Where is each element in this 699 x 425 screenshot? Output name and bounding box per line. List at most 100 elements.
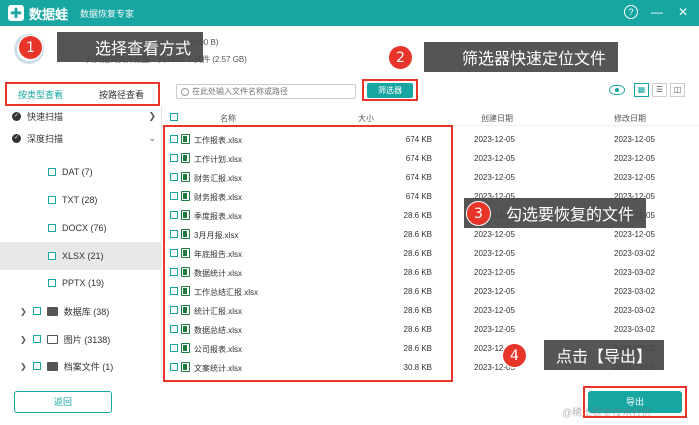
sidebar-folder-archives[interactable]: ❯ 档案文件 (1): [0, 356, 162, 376]
file-created-date: 2023-12-05: [474, 306, 515, 315]
file-created-date: 2023-12-05: [474, 135, 515, 144]
sidebar-item-label: 图片 (3138): [63, 334, 111, 345]
file-modified-date: 2023-03-02: [614, 325, 655, 334]
file-list-header: 名称 大小 创建日期 修改日期: [162, 110, 699, 126]
annotation-text: 勾选要恢复的文件: [506, 205, 635, 224]
annotation-badge-2: 2: [388, 45, 413, 70]
annotation-text: 选择查看方式: [95, 39, 192, 58]
preview-eye-icon[interactable]: [609, 85, 625, 95]
sidebar-item-deep-scan[interactable]: ✓ 深度扫描 ⌄: [0, 128, 162, 148]
minimize-button[interactable]: —: [649, 4, 665, 20]
grid-view-button[interactable]: ▦: [634, 83, 649, 97]
check-icon: ✓: [12, 133, 21, 143]
image-icon: [46, 334, 58, 344]
annotation-box-1: [5, 82, 160, 106]
annotation-badge-3: 3: [466, 201, 491, 226]
file-created-date: 2023-12-05: [474, 249, 515, 258]
sidebar-item-label: 档案文件 (1): [63, 361, 114, 372]
checkbox[interactable]: [48, 196, 56, 204]
chevron-right-icon[interactable]: ❯: [20, 307, 27, 316]
select-all-checkbox[interactable]: [170, 113, 178, 121]
grid-icon: ▦: [637, 85, 646, 94]
app-subtitle: 数据恢复专家: [80, 8, 135, 19]
sidebar-item-label: DAT (7): [62, 167, 93, 177]
checkbox[interactable]: [48, 279, 56, 287]
search-input[interactable]: [192, 87, 352, 96]
checkbox[interactable]: [32, 307, 41, 315]
annotation-badge-4: 4: [502, 343, 527, 368]
column-size[interactable]: 大小: [358, 113, 374, 124]
title-bar: ✚ 数据蛙 数据恢复专家 ? — ✕: [0, 0, 699, 26]
database-icon: [46, 306, 58, 316]
check-icon: ✓: [12, 111, 21, 121]
sidebar-item-pptx[interactable]: PPTX (19): [0, 273, 162, 293]
annotation-callout-3: 勾选要恢复的文件: [464, 198, 647, 228]
file-created-date: 2023-12-05: [474, 287, 515, 296]
sidebar-item-label: 深度扫描: [27, 133, 64, 144]
list-icon: ☰: [655, 85, 664, 94]
file-created-date: 2023-12-05: [474, 173, 515, 182]
sidebar-item-docx[interactable]: DOCX (76): [0, 218, 162, 238]
app-logo: ✚ 数据蛙: [8, 4, 68, 23]
list-view-button[interactable]: ☰: [652, 83, 667, 97]
annotation-callout-4: 点击【导出】: [544, 340, 665, 370]
checkbox[interactable]: [48, 224, 56, 232]
sidebar-item-txt[interactable]: TXT (28): [0, 190, 162, 210]
column-name[interactable]: 名称: [220, 113, 236, 124]
archive-icon: [46, 361, 58, 371]
help-icon: ?: [624, 5, 638, 19]
back-button[interactable]: 返回: [14, 391, 112, 413]
sidebar-item-label: XLSX (21): [62, 251, 104, 261]
annotation-badge-1: 1: [18, 35, 43, 60]
search-icon: [181, 87, 189, 96]
annotation-box-3: [163, 125, 453, 382]
column-created[interactable]: 创建日期: [481, 113, 513, 124]
checkbox[interactable]: [32, 362, 41, 370]
file-created-date: 2023-12-05: [474, 325, 515, 334]
file-modified-date: 2023-12-05: [614, 230, 655, 239]
checkbox[interactable]: [48, 252, 56, 260]
file-modified-date: 2023-03-02: [614, 287, 655, 296]
sidebar-folder-database[interactable]: ❯ 数据库 (38): [0, 301, 162, 321]
sidebar-item-label: DOCX (76): [62, 223, 107, 233]
file-modified-date: 2023-03-02: [614, 268, 655, 277]
sidebar-item-label: PPTX (19): [62, 278, 105, 288]
close-button[interactable]: ✕: [675, 4, 691, 20]
chevron-right-icon[interactable]: ❯: [20, 362, 27, 371]
app-brand: 数据蛙: [29, 7, 69, 23]
sidebar-item-label: 快速扫描: [27, 111, 64, 122]
annotation-text: 点击【导出】: [556, 347, 653, 366]
sidebar-item-quick-scan[interactable]: ✓ 快速扫描 ❯: [0, 106, 162, 126]
annotation-box-4: [583, 386, 687, 418]
file-modified-date: 2023-12-05: [614, 135, 655, 144]
sidebar-folder-images[interactable]: ❯ 图片 (3138): [0, 329, 162, 349]
chevron-right-icon[interactable]: ❯: [20, 335, 27, 344]
view-toggle: ▦ ☰ ◫: [609, 83, 685, 97]
sidebar: ✓ 快速扫描 ❯ ✓ 深度扫描 ⌄ DAT (7) TXT (28) DOCX …: [0, 106, 162, 378]
annotation-box-2: [362, 79, 418, 101]
file-modified-date: 2023-03-02: [614, 249, 655, 258]
file-modified-date: 2023-12-05: [614, 173, 655, 182]
file-modified-date: 2023-12-05: [614, 154, 655, 163]
annotation-text: 筛选器快速定位文件: [462, 49, 607, 68]
file-created-date: 2023-12-05: [474, 230, 515, 239]
chevron-right-icon: ❯: [148, 110, 156, 121]
file-modified-date: 2023-03-02: [614, 306, 655, 315]
checkbox[interactable]: [48, 168, 56, 176]
help-button[interactable]: ?: [623, 4, 639, 20]
detail-view-button[interactable]: ◫: [670, 83, 685, 97]
window-controls: ? — ✕: [623, 4, 691, 20]
sidebar-item-xlsx[interactable]: XLSX (21): [0, 242, 162, 270]
chevron-down-icon: ⌄: [148, 132, 156, 143]
search-box[interactable]: [176, 84, 356, 99]
logo-icon: ✚: [8, 5, 24, 21]
detail-icon: ◫: [673, 85, 682, 94]
sidebar-item-label: 数据库 (38): [63, 306, 110, 317]
sidebar-item-dat[interactable]: DAT (7): [0, 162, 162, 182]
file-created-date: 2023-12-05: [474, 268, 515, 277]
file-created-date: 2023-12-05: [474, 154, 515, 163]
annotation-callout-1: 选择查看方式: [57, 32, 204, 62]
checkbox[interactable]: [32, 335, 41, 343]
sidebar-item-label: TXT (28): [62, 195, 98, 205]
column-modified[interactable]: 修改日期: [614, 113, 646, 124]
